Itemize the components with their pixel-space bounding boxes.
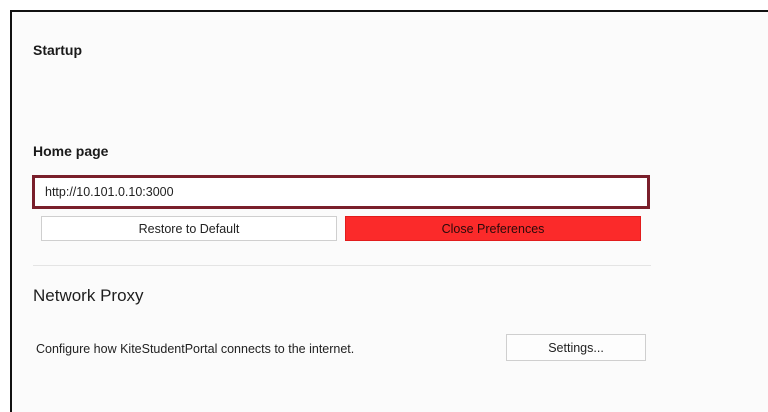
home-page-heading: Home page: [33, 143, 109, 159]
preferences-panel: Startup Home page Restore to Default Clo…: [10, 10, 768, 412]
section-divider: [33, 265, 651, 266]
close-preferences-button[interactable]: Close Preferences: [345, 216, 641, 241]
home-page-url-input[interactable]: [35, 178, 647, 206]
network-proxy-heading: Network Proxy: [33, 286, 144, 305]
home-page-url-field[interactable]: [32, 175, 650, 209]
startup-heading: Startup: [33, 42, 82, 58]
proxy-settings-button[interactable]: Settings...: [506, 334, 646, 361]
restore-to-default-button[interactable]: Restore to Default: [41, 216, 337, 241]
network-proxy-description: Configure how KiteStudentPortal connects…: [36, 342, 355, 356]
